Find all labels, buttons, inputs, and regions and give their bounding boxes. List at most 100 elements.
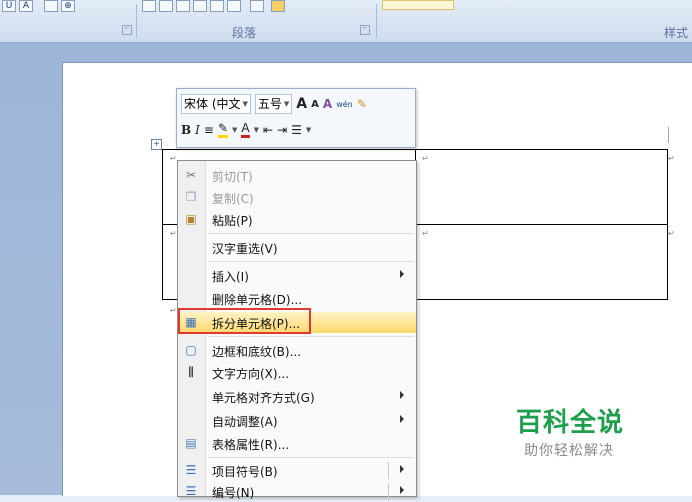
shading-icon[interactable]: [250, 0, 264, 12]
font-size-combo[interactable]: 五号 ▼: [254, 94, 293, 114]
borders-shading-icon: ▢: [185, 343, 197, 357]
submenu-arrow-icon: [400, 486, 404, 494]
menu-item-label: 表格属性(R)...: [212, 438, 290, 452]
numbering-icon: ☰: [185, 484, 197, 498]
menu-item-label: 删除单元格(D)...: [212, 293, 303, 307]
submenu-arrow-icon: [400, 415, 404, 423]
watermark-subtitle: 助你轻松解决: [524, 443, 614, 459]
split-button-divider: [388, 462, 389, 479]
borders-icon[interactable]: [271, 0, 285, 12]
paragraph-mark: ↵: [668, 154, 675, 163]
menu-separator: [208, 233, 414, 234]
split-button-divider: [388, 483, 389, 500]
paragraph-mark: ↵: [422, 229, 429, 238]
center-align-button[interactable]: ≡: [204, 123, 214, 137]
menu-item-label: 自动调整(A): [212, 415, 278, 429]
table-properties-icon: ▤: [185, 436, 197, 450]
distributed-icon[interactable]: [210, 0, 224, 12]
menu-item-cell-alignment[interactable]: 单元格对齐方式(G): [178, 386, 416, 407]
font-name-value: 宋体 (中文: [184, 97, 241, 111]
menu-item-label: 单元格对齐方式(G): [212, 391, 315, 405]
bullets-icon: ☰: [185, 463, 197, 477]
increase-indent-button[interactable]: ⇥: [277, 123, 287, 137]
paragraph-mark: ↵: [170, 154, 177, 163]
highlight-icon[interactable]: [44, 0, 58, 12]
style-gallery-item[interactable]: [382, 0, 454, 10]
chevron-down-icon: ▼: [242, 100, 248, 108]
menu-item-label: 编号(N): [212, 486, 255, 500]
text-direction-icon: ⫼: [188, 365, 194, 379]
menu-item-borders-shading[interactable]: ▢ 边框和底纹(B)...: [178, 340, 416, 361]
highlight-annotation-box: [178, 308, 311, 334]
menu-item-label: 文字方向(X)...: [212, 367, 290, 381]
shrink-font-button[interactable]: A: [311, 99, 319, 110]
phonetic-guide-button[interactable]: wén: [336, 100, 353, 109]
bold-button[interactable]: B: [181, 123, 191, 137]
align-center-icon[interactable]: [159, 0, 173, 12]
decrease-indent-button[interactable]: ⇤: [263, 123, 273, 137]
paragraph-group-label: 段落: [232, 26, 257, 40]
ribbon-separator: [376, 4, 377, 38]
underline-icon[interactable]: U: [2, 0, 16, 12]
font-tools: U A ⊕: [2, 0, 75, 14]
menu-item-table-properties[interactable]: ▤ 表格属性(R)...: [178, 433, 416, 454]
menu-item-label: 汉字重选(V): [212, 242, 278, 256]
paragraph-dialog-launcher-icon[interactable]: ⌐: [360, 25, 370, 35]
copy-icon: ❐: [185, 190, 197, 204]
ribbon: U A ⊕ 段落 ⌐ ⌐ 样式: [0, 0, 692, 43]
menu-item-reconvert[interactable]: 汉字重选(V): [178, 237, 416, 258]
menu-item-label: 粘贴(P): [212, 214, 253, 228]
menu-item-label: 复制(C): [212, 192, 254, 206]
paragraph-tools: [142, 0, 285, 14]
menu-item-label: 剪切(T): [212, 170, 253, 184]
watermark-title: 百科全说: [516, 408, 625, 438]
paragraph-mark: ↵: [170, 306, 177, 315]
align-right-icon[interactable]: [176, 0, 190, 12]
menu-item-paste[interactable]: ▣ 粘贴(P): [178, 209, 416, 230]
menu-separator: [208, 261, 414, 262]
table-cell[interactable]: [415, 224, 668, 300]
menu-item-label: 边框和底纹(B)...: [212, 345, 302, 359]
styles-group-label: 样式: [664, 26, 689, 40]
italic-button[interactable]: I: [195, 123, 200, 137]
enclose-char-icon[interactable]: ⊕: [61, 0, 75, 12]
clear-format-icon[interactable]: A: [323, 97, 332, 111]
submenu-arrow-icon: [400, 270, 404, 278]
menu-item-insert[interactable]: 插入(I): [178, 265, 416, 286]
align-left-icon[interactable]: [142, 0, 156, 12]
paragraph-mark: ↵: [668, 229, 675, 238]
font-size-value: 五号: [257, 97, 282, 111]
grow-font-button[interactable]: A: [296, 96, 307, 112]
mini-toolbar: 宋体 (中文 ▼ 五号 ▼ A A A wén ✎ B I ≡ ✎ ▼ A ▼ …: [176, 88, 416, 148]
menu-separator: [208, 336, 414, 337]
menu-item-bullets[interactable]: ☰ 项目符号(B): [178, 460, 416, 481]
font-color-icon[interactable]: A: [19, 0, 33, 12]
menu-item-label: 项目符号(B): [212, 465, 278, 479]
menu-item-delete-cells[interactable]: 删除单元格(D)...: [178, 288, 416, 309]
table-move-handle-icon[interactable]: +: [151, 139, 162, 150]
menu-item-label: 插入(I): [212, 270, 249, 284]
paragraph-mark: ↵: [170, 229, 177, 238]
menu-item-cut[interactable]: ✂ 剪切(T): [178, 165, 416, 186]
highlight-color-icon[interactable]: ✎: [217, 121, 229, 138]
menu-item-copy[interactable]: ❐ 复制(C): [178, 187, 416, 208]
justify-icon[interactable]: [193, 0, 207, 12]
menu-item-numbering[interactable]: ☰ 编号(N): [178, 481, 416, 502]
chevron-down-icon[interactable]: ▼: [232, 126, 237, 134]
submenu-arrow-icon: [400, 465, 404, 473]
ribbon-separator: [136, 4, 137, 38]
format-painter-icon[interactable]: ✎: [357, 97, 367, 111]
chevron-down-icon[interactable]: ▼: [306, 126, 311, 134]
menu-item-text-direction[interactable]: ⫼ 文字方向(X)...: [178, 362, 416, 383]
menu-item-autofit[interactable]: 自动调整(A): [178, 410, 416, 431]
font-name-combo[interactable]: 宋体 (中文 ▼: [181, 94, 251, 114]
submenu-arrow-icon: [400, 391, 404, 399]
scissors-icon: ✂: [185, 168, 197, 182]
line-spacing-icon[interactable]: [227, 0, 241, 12]
bullets-button[interactable]: ☰: [291, 123, 302, 137]
paste-clipboard-icon: ▣: [185, 212, 197, 226]
font-color-icon[interactable]: A: [241, 121, 250, 138]
chevron-down-icon[interactable]: ▼: [254, 126, 259, 134]
table-cell[interactable]: [415, 149, 668, 225]
font-dialog-launcher-icon[interactable]: ⌐: [122, 25, 132, 35]
